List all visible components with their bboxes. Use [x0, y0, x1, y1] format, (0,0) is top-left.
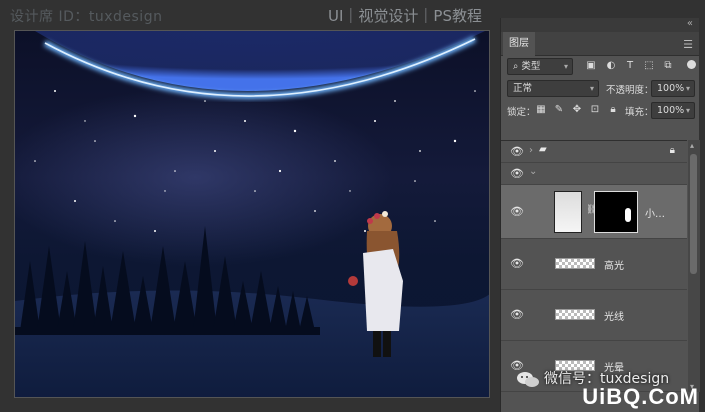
layer-selected[interactable]: 👁︎ ⛓︎ 小… [501, 185, 687, 239]
eye-icon[interactable]: 👁︎ [510, 145, 524, 158]
lock-transparent-icon[interactable]: ▦ [535, 104, 547, 115]
search-icon: ⌕ [513, 61, 519, 72]
scroll-up-icon[interactable]: ▴ [690, 141, 694, 150]
layer-highlight[interactable]: 👁︎ 高光 [501, 239, 687, 290]
folder-icon: ▰ [539, 144, 547, 155]
opacity-label: 不透明度： [606, 85, 654, 96]
scroll-thumb[interactable] [690, 154, 697, 274]
fill-label: 填充： [625, 107, 654, 118]
layers-list: 👁︎ › ▰ 🔒︎ 👁︎ ⌄ 👁︎ ⛓︎ 小… 👁︎ 高光 👁︎ 光线 👁︎ 光… [501, 140, 687, 392]
wechat-icon [517, 371, 539, 387]
lock-move-icon[interactable]: ✥ [571, 104, 583, 115]
uibq-logo: UiBQ.CoM [582, 384, 699, 409]
panel-title-bar: « [501, 18, 699, 32]
layer-mask-thumbnail[interactable] [594, 191, 638, 233]
eye-icon[interactable]: 👁︎ [510, 257, 524, 270]
tab-layers[interactable]: 图层 [503, 32, 535, 56]
photoshop-window: 设计席 ID：tuxdesign UI｜视觉设计｜PS教程 « 图层 ☰ ⌕ 类… [0, 0, 705, 412]
lock-all-icon[interactable]: 🔒︎ [607, 104, 619, 115]
filter-kind-value: 类型 [521, 61, 541, 72]
filter-toggle-icon[interactable] [687, 60, 696, 69]
layers-scrollbar[interactable]: ▴ ▾ [688, 140, 700, 392]
panel-menu-icon[interactable]: ☰ [683, 38, 693, 51]
opacity-field[interactable]: 100% ▾ [651, 80, 695, 97]
layer-name: 光线 [604, 312, 624, 323]
fill-value: 100% [657, 105, 685, 116]
filter-shape-icon[interactable]: ⬚ [643, 60, 655, 71]
document-canvas[interactable] [14, 30, 490, 398]
blend-mode-select[interactable]: 正常 ▾ [507, 80, 599, 97]
layer-thumbnail [555, 309, 595, 320]
layer-lock-icon: 🔒︎ [669, 145, 675, 156]
fill-field[interactable]: 100% ▾ [651, 102, 695, 119]
layer-image-thumbnail [554, 191, 582, 233]
lock-label: 锁定： [507, 107, 536, 118]
layer-light-rays[interactable]: 👁︎ 光线 [501, 290, 687, 341]
layer-name: 高光 [604, 261, 624, 272]
panel-tab-bar: 图层 ☰ [501, 32, 699, 56]
layer-group-expanded[interactable]: 👁︎ ⌄ [501, 163, 687, 185]
chevron-down-icon: ▾ [685, 106, 690, 115]
collapse-arrows-icon[interactable]: « [687, 18, 693, 29]
eye-icon[interactable]: 👁︎ [510, 167, 524, 180]
designer-id-watermark: 设计席 ID：tuxdesign [10, 9, 163, 25]
layer-group-collapsed[interactable]: 👁︎ › ▰ 🔒︎ [501, 141, 687, 163]
pine-forest [15, 226, 320, 335]
collapse-arrow-icon[interactable]: ⌄ [529, 166, 537, 177]
filter-adjustment-icon[interactable]: ◐ [605, 60, 617, 71]
star-field [34, 90, 476, 232]
site-title-watermark: UI｜视觉设计｜PS教程 [328, 7, 482, 25]
chevron-down-icon: ▾ [685, 84, 690, 93]
lock-row: 锁定： ▦ ✎ ✥ ⊡ 🔒︎ 填充： 100% ▾ [501, 100, 699, 122]
blend-row: 正常 ▾ 不透明度： 100% ▾ [501, 78, 699, 100]
lock-paint-icon[interactable]: ✎ [553, 104, 565, 115]
layers-panel: « 图层 ☰ ⌕ 类型 ▾ ▣ ◐ T ⬚ ⧉ 正常 ▾ 不透明度： 100% … [500, 18, 700, 412]
filter-type-icon[interactable]: T [624, 60, 636, 71]
layer-thumbnail [555, 258, 595, 269]
opacity-value: 100% [657, 83, 685, 94]
layer-name: 小… [645, 209, 665, 220]
filter-row: ⌕ 类型 ▾ ▣ ◐ T ⬚ ⧉ [501, 56, 699, 78]
eye-icon[interactable]: 👁︎ [510, 205, 524, 218]
blend-mode-value: 正常 [513, 83, 533, 94]
filter-smart-object-icon[interactable]: ⧉ [662, 60, 674, 71]
filter-kind-select[interactable]: ⌕ 类型 ▾ [507, 58, 573, 75]
chevron-down-icon: ▾ [589, 84, 594, 93]
lock-artboard-icon[interactable]: ⊡ [589, 104, 601, 115]
eye-icon[interactable]: 👁︎ [510, 308, 524, 321]
expand-arrow-icon[interactable]: › [529, 145, 533, 156]
chevron-down-icon: ▾ [563, 62, 568, 71]
filter-pixel-icon[interactable]: ▣ [585, 60, 597, 71]
